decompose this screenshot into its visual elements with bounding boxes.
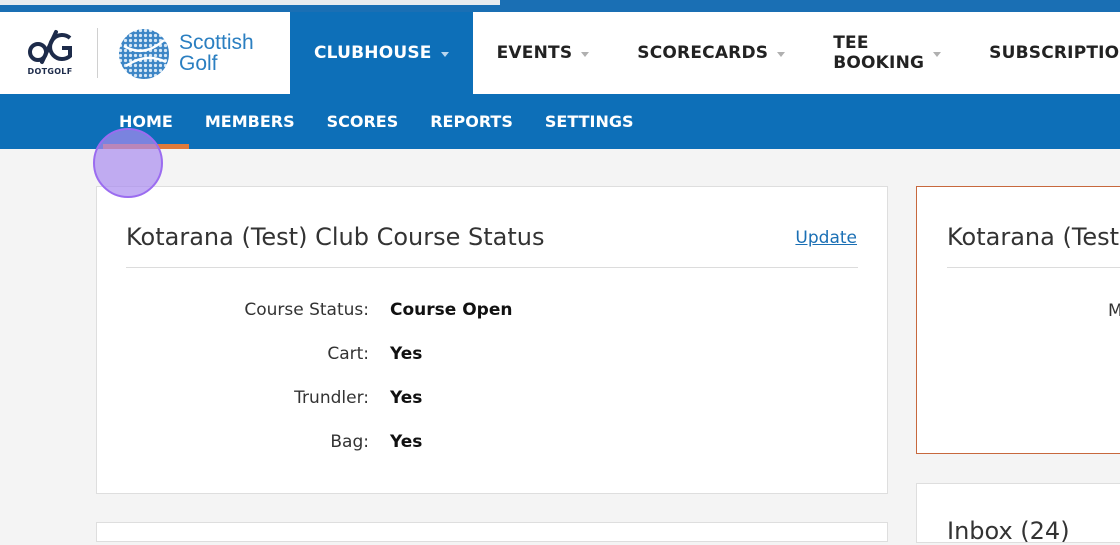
side-card: Kotarana (Test M	[916, 186, 1120, 454]
top-strip	[0, 0, 1120, 12]
status-row-trundler: Trundler: Yes	[97, 388, 889, 412]
main-nav: CLUBHOUSE EVENTS SCORECARDS TEE BOOKING …	[290, 12, 1120, 94]
nav-item-events[interactable]: EVENTS	[473, 12, 614, 94]
side-card-text: M	[1108, 301, 1120, 321]
status-label: Cart:	[327, 344, 369, 364]
status-row-bag: Bag: Yes	[97, 432, 889, 456]
logo-divider	[97, 28, 98, 78]
sub-nav: HOME MEMBERS SCORES REPORTS SETTINGS	[0, 94, 1120, 149]
status-label: Course Status:	[244, 300, 369, 320]
status-row-cart: Cart: Yes	[97, 344, 889, 368]
card-title: Kotarana (Test) Club Course Status	[126, 223, 545, 251]
browser-bar-remnant	[0, 0, 500, 5]
subnav-item-settings[interactable]: SETTINGS	[529, 94, 650, 149]
course-status-card: Kotarana (Test) Club Course Status Updat…	[96, 186, 888, 494]
caret-down-icon	[440, 51, 449, 57]
nav-item-clubhouse[interactable]: CLUBHOUSE	[290, 12, 473, 94]
dotgolf-label: DOTGOLF	[27, 67, 73, 76]
card-divider	[126, 267, 858, 268]
nav-item-tee-booking[interactable]: TEE BOOKING	[809, 12, 965, 94]
nav-item-label: SUBSCRIPTIONS	[989, 43, 1120, 63]
status-value: Yes	[390, 388, 423, 408]
caret-down-icon	[933, 51, 942, 57]
status-label: Bag:	[330, 432, 369, 452]
inbox-card-title: Inbox (24)	[947, 517, 1070, 545]
status-value: Yes	[390, 432, 423, 452]
subnav-item-members[interactable]: MEMBERS	[189, 94, 311, 149]
nav-item-scorecards[interactable]: SCORECARDS	[613, 12, 809, 94]
dotgolf-logo[interactable]: DOTGOLF	[22, 26, 78, 82]
inbox-card: Inbox (24)	[916, 483, 1120, 545]
status-row-course: Course Status: Course Open	[97, 300, 889, 324]
sub-nav-items: HOME MEMBERS SCORES REPORTS SETTINGS	[103, 94, 650, 149]
nav-item-subscriptions[interactable]: SUBSCRIPTIONS	[965, 12, 1120, 94]
subnav-item-reports[interactable]: REPORTS	[414, 94, 529, 149]
click-indicator	[93, 128, 163, 198]
dotgolf-logo-icon	[28, 30, 72, 64]
update-link[interactable]: Update	[795, 228, 857, 248]
scottish-golf-line2: Golf	[179, 52, 218, 75]
site-header: DOTGOLF Scottish Golf CLUBHOUSE EVENTS S…	[0, 12, 1120, 94]
nav-item-label: SCORECARDS	[637, 43, 769, 63]
scottish-golf-logo[interactable]: Scottish Golf	[118, 26, 268, 82]
golf-ball-logo-icon	[119, 29, 169, 79]
nav-item-label: CLUBHOUSE	[314, 43, 432, 63]
scottish-golf-line1: Scottish	[179, 31, 254, 54]
status-value: Yes	[390, 344, 423, 364]
nav-item-label: EVENTS	[496, 43, 573, 63]
status-label: Trundler:	[294, 388, 369, 408]
subnav-item-scores[interactable]: SCORES	[311, 94, 415, 149]
side-card-divider	[947, 267, 1120, 268]
caret-down-icon	[581, 51, 590, 57]
status-value: Course Open	[390, 300, 513, 320]
nav-item-label: TEE BOOKING	[833, 33, 925, 73]
side-card-title: Kotarana (Test	[947, 223, 1120, 251]
scottish-golf-wordmark: Scottish Golf	[179, 32, 254, 74]
lower-card	[96, 522, 888, 542]
caret-down-icon	[777, 51, 786, 57]
